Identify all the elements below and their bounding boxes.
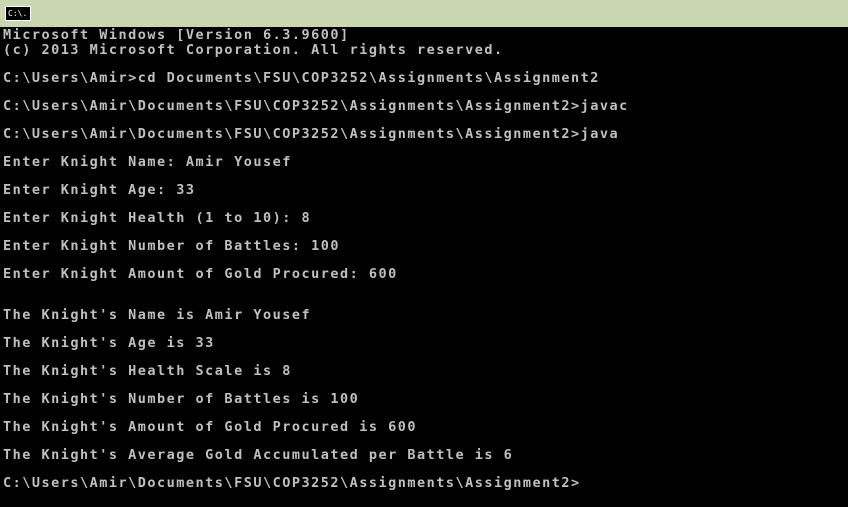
- console-line: Enter Knight Name: Amir Yousef: [3, 154, 292, 170]
- console-line: Enter Knight Health (1 to 10): 8: [3, 210, 312, 226]
- title-bar[interactable]: C:\.: [0, 0, 848, 27]
- console-line: The Knight's Amount of Gold Procured is …: [3, 419, 417, 435]
- console-line: The Knight's Number of Battles is 100: [3, 391, 360, 407]
- console-line: Enter Knight Amount of Gold Procured: 60…: [3, 266, 398, 282]
- cmd-icon[interactable]: C:\.: [5, 6, 31, 21]
- command-prompt-window: C:\. Microsoft Windows [Version 6.3.9600…: [0, 0, 848, 507]
- console-line: (c) 2013 Microsoft Corporation. All righ…: [3, 42, 504, 58]
- console-line: The Knight's Age is 33: [3, 335, 215, 351]
- console-line: Enter Knight Number of Battles: 100: [3, 238, 340, 254]
- console-line: The Knight's Name is Amir Yousef: [3, 307, 312, 323]
- console-line: C:\Users\Amir\Documents\FSU\COP3252\Assi…: [3, 98, 629, 114]
- command-prompt-line: C:\Users\Amir\Documents\FSU\COP3252\Assi…: [3, 475, 581, 491]
- console-line: The Knight's Average Gold Accumulated pe…: [3, 447, 514, 463]
- console-line: C:\Users\Amir>cd Documents\FSU\COP3252\A…: [3, 70, 600, 86]
- console-line: The Knight's Health Scale is 8: [3, 363, 292, 379]
- console-line: C:\Users\Amir\Documents\FSU\COP3252\Assi…: [3, 126, 620, 142]
- console-line: Microsoft Windows [Version 6.3.9600]: [3, 27, 350, 43]
- console-line: Enter Knight Age: 33: [3, 182, 196, 198]
- console-output[interactable]: Microsoft Windows [Version 6.3.9600] (c)…: [0, 27, 848, 507]
